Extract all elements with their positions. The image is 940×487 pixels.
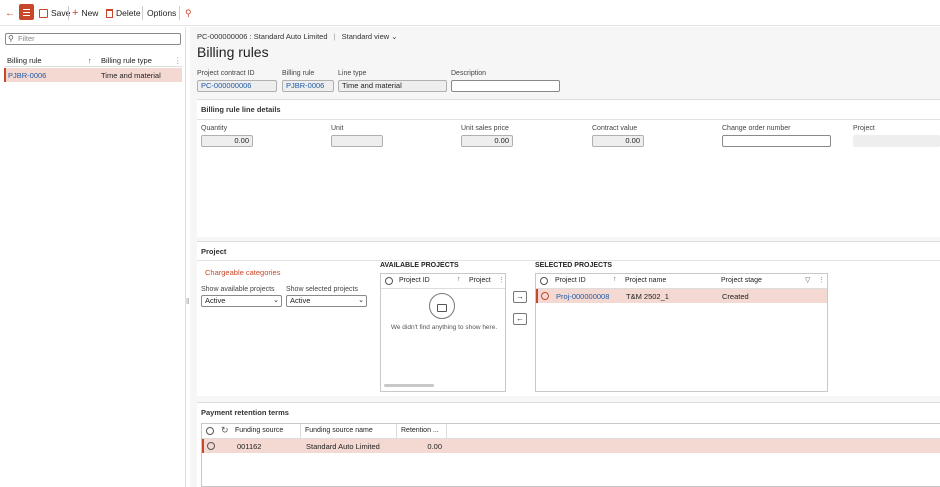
selected-projects-title: SELECTED PROJECTS — [535, 262, 613, 269]
select-all-radio[interactable] — [206, 427, 214, 435]
column-header-billing-rule[interactable]: Billing rule — [7, 56, 42, 65]
table-row[interactable]: Proj-000000008 T&M 2502_1 Created — [536, 289, 827, 303]
description-label: Description — [451, 70, 487, 77]
show-available-label: Show available projects — [201, 286, 275, 293]
breadcrumb: PC-000000006 : Standard Auto Limited | S… — [197, 32, 398, 41]
horizontal-scrollbar[interactable] — [384, 384, 434, 387]
contract-value-field[interactable]: 0.00 — [592, 135, 644, 147]
contract-value-label: Contract value — [592, 125, 638, 132]
select-all-radio[interactable] — [540, 277, 548, 285]
sort-up-icon[interactable]: ↑ — [88, 56, 92, 65]
hamburger-menu-icon[interactable] — [19, 4, 34, 20]
row-radio[interactable] — [207, 442, 215, 450]
available-projects-title: AVAILABLE PROJECTS — [380, 262, 459, 269]
available-projects-grid: Project ID ↑ Project ⋮ We didn't find an… — [380, 273, 506, 392]
more-icon[interactable]: ⋮ — [818, 276, 825, 284]
details-pane: PC-000000006 : Standard Auto Limited | S… — [190, 27, 940, 487]
description-field[interactable] — [451, 80, 560, 92]
selected-projects-grid: Project ID ↑ Project name Project stage … — [535, 273, 828, 392]
save-button[interactable]: Save — [39, 5, 70, 21]
column-header-project-id[interactable]: Project ID — [555, 277, 586, 284]
delete-button[interactable]: Delete — [106, 5, 141, 21]
retention-section: Payment retention terms ↻ Funding source… — [197, 402, 940, 487]
list-pane: Filter ⚲ Billing rule ↑ Billing rule typ… — [0, 27, 186, 487]
column-header-funding-source-name[interactable]: Funding source name — [305, 427, 373, 434]
trash-icon — [106, 8, 113, 18]
quantity-label: Quantity — [201, 125, 228, 132]
chevron-down-icon: ⌄ — [358, 297, 364, 304]
billing-rule-field[interactable]: PJBR-0006 — [282, 80, 334, 92]
section-title: Payment retention terms — [201, 408, 289, 417]
more-icon[interactable]: ⋮ — [498, 276, 505, 284]
column-header-billing-rule-type[interactable]: Billing rule type — [101, 56, 152, 65]
back-arrow-icon[interactable]: ← — [5, 5, 15, 21]
billing-rule-label: Billing rule — [282, 70, 315, 77]
project-field[interactable] — [853, 135, 940, 147]
contract-id-label: Project contract ID — [197, 70, 255, 77]
sort-up-icon[interactable]: ↑ — [613, 276, 617, 283]
new-button[interactable]: + New — [72, 5, 98, 21]
page-title: Billing rules — [197, 44, 269, 60]
line-details-section: Billing rule line details Quantity 0.00 … — [197, 99, 940, 237]
select-all-radio[interactable] — [385, 277, 393, 285]
more-icon[interactable]: ⋮ — [174, 56, 182, 65]
column-header-funding-source[interactable]: Funding source — [235, 427, 283, 434]
refresh-icon[interactable]: ↻ — [221, 425, 229, 436]
options-tab[interactable]: Options — [147, 5, 176, 21]
view-selector[interactable]: Standard view — [342, 32, 390, 41]
filter-icon[interactable]: ▽ — [805, 276, 810, 284]
chevron-down-icon: ⌄ — [273, 297, 279, 304]
line-type-label: Line type — [338, 70, 367, 77]
search-icon[interactable]: ⚲ — [185, 5, 192, 21]
column-header-project-name[interactable]: Project name — [625, 277, 666, 284]
sort-up-icon[interactable]: ↑ — [457, 276, 461, 283]
show-available-select[interactable]: Active ⌄ — [201, 295, 282, 307]
row-radio[interactable] — [541, 292, 549, 300]
column-header-project[interactable]: Project — [469, 277, 491, 284]
line-type-field[interactable]: Time and material — [338, 80, 447, 92]
chargeable-categories-link[interactable]: Chargeable categories — [205, 268, 280, 277]
column-header-retention[interactable]: Retention ... — [401, 427, 439, 434]
add-arrow-button[interactable]: → — [513, 291, 527, 303]
empty-message: We didn't find anything to show here. — [390, 324, 498, 331]
unit-price-label: Unit sales price — [461, 125, 509, 132]
action-pane: ← Save + New Delete Options ⚲ — [0, 0, 940, 26]
column-header-project-stage[interactable]: Project stage — [721, 277, 762, 284]
unit-field[interactable] — [331, 135, 383, 147]
project-section: Project Chargeable categories Show avail… — [197, 241, 940, 396]
plus-icon: + — [72, 7, 79, 19]
unit-price-field[interactable]: 0.00 — [461, 135, 513, 147]
table-row[interactable]: 001162 Standard Auto Limited 0.00 — [202, 439, 940, 453]
chevron-down-icon[interactable]: ⌄ — [391, 32, 397, 41]
section-title: Billing rule line details — [201, 105, 281, 114]
remove-arrow-button[interactable]: ← — [513, 313, 527, 325]
search-icon: ⚲ — [8, 34, 14, 43]
filter-input[interactable]: Filter — [5, 33, 181, 45]
change-order-field[interactable] — [722, 135, 831, 147]
contract-id-field[interactable]: PC-000000006 — [197, 80, 277, 92]
column-header-project-id[interactable]: Project ID — [399, 277, 430, 284]
quantity-field[interactable]: 0.00 — [201, 135, 253, 147]
save-icon — [39, 8, 48, 18]
unit-label: Unit — [331, 125, 344, 132]
section-title: Project — [201, 247, 227, 256]
retention-grid: ↻ Funding source Funding source name Ret… — [201, 423, 940, 487]
empty-state-icon — [429, 293, 455, 319]
show-selected-label: Show selected projects — [286, 286, 358, 293]
change-order-label: Change order number — [722, 125, 791, 132]
project-label: Project — [853, 125, 875, 132]
show-selected-select[interactable]: Active ⌄ — [286, 295, 367, 307]
list-item[interactable]: PJBR-0006 Time and material — [4, 68, 182, 82]
